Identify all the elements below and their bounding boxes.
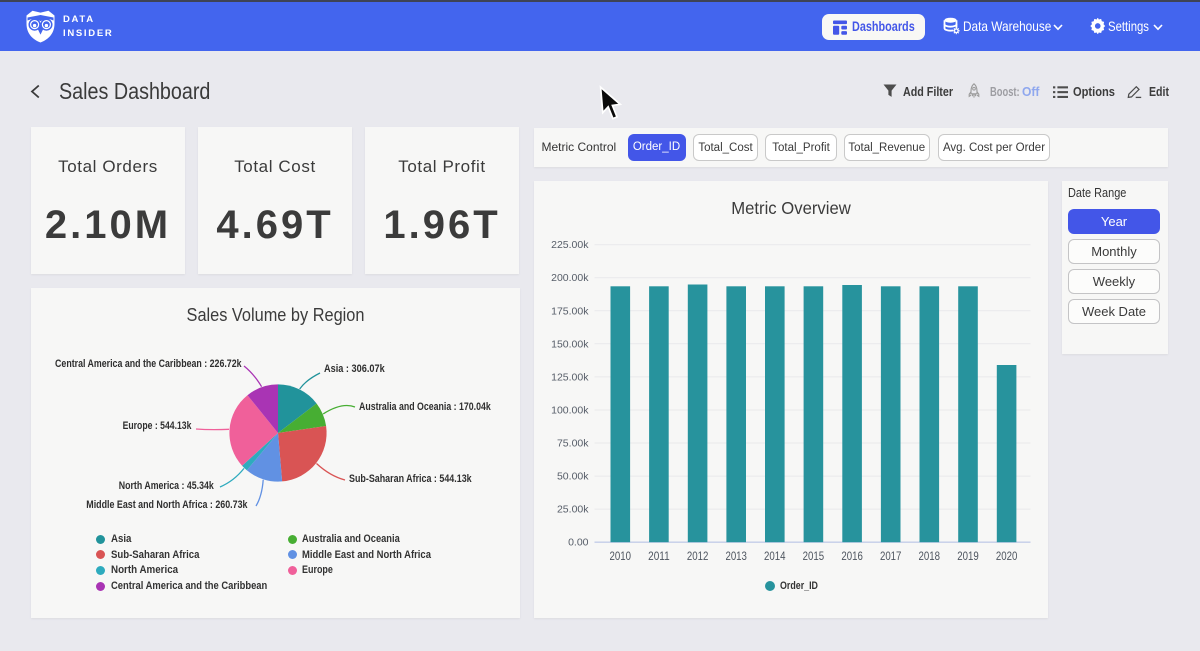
svg-text:2019: 2019 [957, 549, 979, 563]
svg-text:100.00k: 100.00k [551, 405, 589, 417]
svg-text:2015: 2015 [802, 549, 824, 563]
svg-text:0.00: 0.00 [568, 537, 589, 549]
svg-text:2016: 2016 [841, 549, 863, 563]
svg-text:2012: 2012 [686, 549, 708, 563]
svg-text:25.00k: 25.00k [556, 504, 588, 516]
svg-text:2011: 2011 [648, 549, 670, 563]
svg-text:75.00k: 75.00k [556, 438, 588, 450]
svg-text:175.00k: 175.00k [551, 305, 589, 317]
svg-text:150.00k: 150.00k [551, 338, 589, 350]
svg-text:2017: 2017 [879, 549, 901, 563]
svg-text:125.00k: 125.00k [551, 371, 589, 383]
svg-text:2018: 2018 [918, 549, 940, 563]
svg-text:50.00k: 50.00k [556, 471, 588, 483]
svg-text:200.00k: 200.00k [551, 272, 589, 284]
svg-text:2014: 2014 [764, 549, 786, 563]
svg-text:2020: 2020 [995, 549, 1017, 563]
svg-text:2010: 2010 [609, 549, 631, 563]
svg-text:2013: 2013 [725, 549, 747, 563]
svg-text:225.00k: 225.00k [551, 239, 589, 251]
